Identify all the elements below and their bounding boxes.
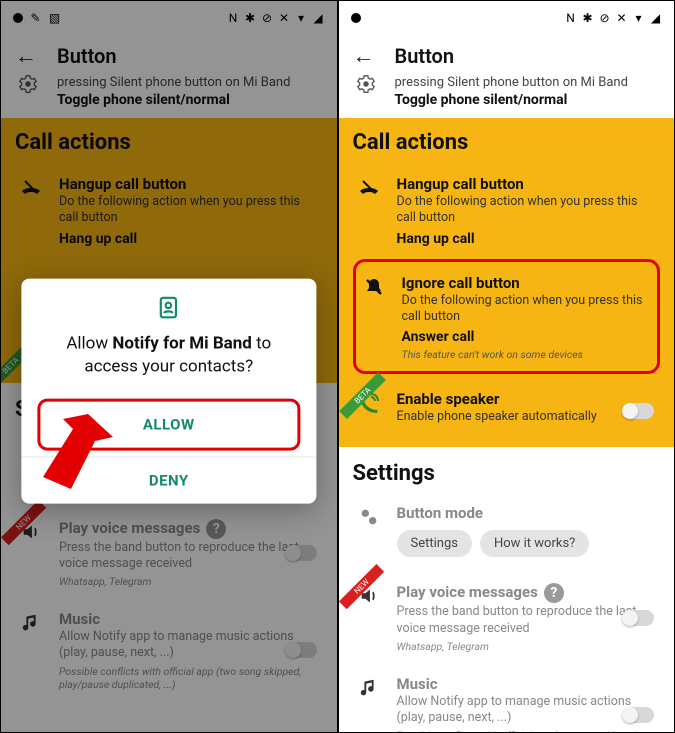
ignore-entry[interactable]: Ignore call button Do the following acti… (358, 266, 656, 370)
allow-button[interactable]: ALLOW (40, 401, 297, 447)
rec-icon (351, 13, 361, 23)
top-hint: pressing Silent phone button on Mi Band (57, 75, 323, 90)
voice-note: Whatsapp, Telegram (59, 575, 321, 588)
voice-desc: Press the band button to reproduce the l… (59, 540, 321, 573)
wifi-icon: ▾ (632, 12, 645, 25)
chip-settings[interactable]: Settings (397, 530, 472, 557)
contacts-icon (21, 295, 316, 325)
signal-icon: ◢ (312, 12, 325, 25)
help-icon[interactable]: ? (544, 583, 564, 603)
top-hint: pressing Silent phone button on Mi Band (395, 75, 661, 90)
page-title: Button (395, 44, 455, 68)
ignore-icon (360, 276, 388, 304)
voice-desc: Press the band button to reproduce the l… (397, 604, 659, 637)
hangup-icon (17, 177, 45, 205)
section-title-settings: Settings (353, 461, 661, 486)
hangup-entry[interactable]: Hangup call button Do the following acti… (353, 167, 661, 255)
hangup-entry[interactable]: Hangup call button Do the following acti… (15, 167, 323, 255)
music-icon (17, 612, 45, 640)
status-bar: ✎ ▧ N ✱ ⊘ ✕ ▾ ◢ (1, 1, 337, 35)
bluetooth-icon: ✱ (244, 12, 257, 25)
signal-icon: ◢ (649, 12, 662, 25)
ignore-action: Answer call (402, 329, 654, 345)
nfc-icon: N (564, 12, 577, 25)
ignore-highlight: Ignore call button Do the following acti… (353, 259, 661, 375)
hangup-icon (355, 177, 383, 205)
ignore-note: This feature can't work on some devices (402, 348, 654, 361)
voice-title: Play voice messages? (59, 519, 321, 539)
ignore-desc: Do the following action when you press t… (402, 293, 654, 326)
music-title: Music (397, 675, 659, 693)
dnd-icon: ⊘ (261, 12, 274, 25)
dialog-message: Allow Notify for Mi Band to access your … (21, 333, 316, 393)
music-icon (355, 677, 383, 705)
image-icon: ▧ (48, 12, 61, 25)
music-toggle[interactable] (622, 707, 654, 723)
back-icon[interactable]: ← (15, 43, 37, 69)
voice-toggle[interactable] (285, 545, 317, 561)
gears-icon (355, 506, 383, 534)
mode-title: Button mode (397, 504, 659, 522)
speaker-entry[interactable]: BETA Enable speaker Enable phone speaker… (353, 382, 661, 439)
allow-highlight: ALLOW (37, 398, 300, 450)
music-entry[interactable]: Music Allow Notify app to manage music a… (353, 667, 661, 733)
music-note: Possible conflicts with official app (tw… (397, 729, 659, 733)
app-header: ← Button (1, 35, 337, 75)
right-screenshot: N ✱ ⊘ ✕ ▾ ◢ ← Button pressing Silent pho… (338, 0, 675, 733)
hangup-action: Hang up call (397, 231, 659, 247)
speaker-desc: Enable phone speaker automatically (397, 409, 659, 425)
gear-icon (17, 73, 39, 99)
music-title: Music (59, 610, 321, 628)
hangup-title: Hangup call button (59, 175, 321, 193)
voice-entry[interactable]: NEW Play voice messages? Press the band … (353, 575, 661, 661)
settings-section: Settings Button mode Settings How it wor… (339, 447, 675, 733)
nfc-icon: N (227, 12, 240, 25)
help-icon[interactable]: ? (206, 519, 226, 539)
speaker-toggle[interactable] (622, 403, 654, 419)
gear-icon (355, 73, 377, 99)
hangup-action: Hang up call (59, 231, 321, 247)
top-action: Toggle phone silent/normal (57, 92, 323, 108)
top-action: Toggle phone silent/normal (395, 92, 661, 108)
music-note: Possible conflicts with official app (tw… (59, 665, 321, 691)
music-entry[interactable]: Music Allow Notify app to manage music a… (15, 602, 323, 699)
back-icon[interactable]: ← (353, 43, 375, 69)
vibrate-icon: ✕ (278, 12, 291, 25)
permission-dialog: Allow Notify for Mi Band to access your … (21, 279, 316, 504)
voice-note: Whatsapp, Telegram (397, 640, 659, 653)
button-mode-entry[interactable]: Button mode Settings How it works? (353, 496, 661, 565)
voice-title: Play voice messages? (397, 583, 659, 603)
brush-icon: ✎ (29, 12, 42, 25)
dnd-icon: ⊘ (598, 12, 611, 25)
bluetooth-icon: ✱ (581, 12, 594, 25)
chip-howitworks[interactable]: How it works? (480, 530, 589, 557)
deny-button[interactable]: DENY (21, 456, 316, 503)
wifi-icon: ▾ (295, 12, 308, 25)
hangup-desc: Do the following action when you press t… (397, 194, 659, 227)
status-bar: N ✱ ⊘ ✕ ▾ ◢ (339, 1, 675, 35)
page-title: Button (57, 44, 117, 68)
music-toggle[interactable] (285, 642, 317, 658)
hangup-title: Hangup call button (397, 175, 659, 193)
voice-toggle[interactable] (622, 610, 654, 626)
music-desc: Allow Notify app to manage music actions… (397, 694, 659, 727)
music-desc: Allow Notify app to manage music actions… (59, 629, 321, 662)
section-title-call: Call actions (15, 130, 323, 155)
vibrate-icon: ✕ (615, 12, 628, 25)
rec-icon (13, 13, 23, 23)
hangup-desc: Do the following action when you press t… (59, 194, 321, 227)
call-actions-section: Call actions Hangup call button Do the f… (339, 118, 675, 447)
ignore-title: Ignore call button (402, 274, 654, 292)
voice-entry[interactable]: NEW Play voice messages? Press the band … (15, 511, 323, 597)
section-title-call: Call actions (353, 130, 661, 155)
left-screenshot: ✎ ▧ N ✱ ⊘ ✕ ▾ ◢ ← Button pressing Silent… (0, 0, 338, 733)
speaker-title: Enable speaker (397, 390, 659, 408)
app-header: ← Button (339, 35, 675, 75)
